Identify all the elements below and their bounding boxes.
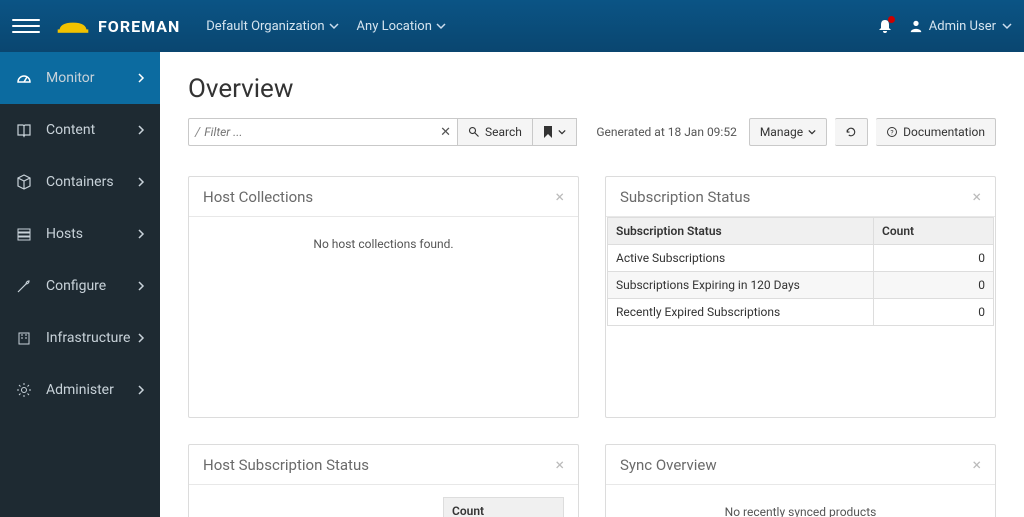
search-icon xyxy=(468,126,480,138)
main-content: Overview / ✕ Search Generated at 18 J xyxy=(160,52,1024,517)
sidebar-item-label: Content xyxy=(46,122,136,138)
widget-subscription-status: Subscription Status × Subscription Statu… xyxy=(605,176,996,418)
org-label: Default Organization xyxy=(206,19,324,34)
user-icon xyxy=(909,19,923,33)
table-row: Recently Expired Subscriptions 0 xyxy=(608,299,994,326)
chevron-right-icon xyxy=(136,125,146,135)
user-menu[interactable]: Admin User xyxy=(909,19,1012,34)
svg-text:?: ? xyxy=(890,128,893,136)
sidebar-item-label: Configure xyxy=(46,278,136,294)
row-value: 0 xyxy=(874,245,994,272)
manage-label: Manage xyxy=(760,125,803,139)
host-sub-table: Count Invalid 0 xyxy=(203,497,564,517)
widget-title: Host Collections xyxy=(203,188,313,206)
user-label: Admin User xyxy=(929,19,996,34)
refresh-button[interactable] xyxy=(835,118,868,146)
brand-name: FOREMAN xyxy=(98,17,180,36)
widget-host-subscription-status: Host Subscription Status × Count Invalid… xyxy=(188,444,579,517)
name-header: Subscription Status xyxy=(608,218,874,245)
sidebar-item-label: Monitor xyxy=(46,70,136,86)
sidebar-item-label: Hosts xyxy=(46,226,136,242)
documentation-label: Documentation xyxy=(903,125,985,139)
table-row: Subscriptions Expiring in 120 Days 0 xyxy=(608,272,994,299)
filter-input[interactable]: / ✕ xyxy=(188,118,458,146)
location-dropdown[interactable]: Any Location xyxy=(357,19,446,34)
sidebar: Monitor Content Containers Hosts Configu… xyxy=(0,52,160,517)
row-label: Recently Expired Subscriptions xyxy=(608,299,874,326)
chevron-right-icon xyxy=(136,177,146,187)
table-row: Active Subscriptions 0 xyxy=(608,245,994,272)
chevron-down-icon xyxy=(436,21,446,31)
location-label: Any Location xyxy=(357,19,432,34)
chevron-down-icon xyxy=(1002,21,1012,31)
widget-title: Host Subscription Status xyxy=(203,456,369,474)
close-icon[interactable]: × xyxy=(555,455,564,474)
row-value: 0 xyxy=(874,272,994,299)
page-title: Overview xyxy=(188,74,996,104)
chevron-right-icon xyxy=(136,229,146,239)
clear-icon[interactable]: ✕ xyxy=(440,125,451,140)
empty-message: No recently synced products xyxy=(620,497,981,517)
sidebar-item-label: Administer xyxy=(46,382,136,398)
count-header: Count xyxy=(444,498,564,517)
logo-icon xyxy=(56,15,90,37)
widget-sync-overview: Sync Overview × No recently synced produ… xyxy=(605,444,996,517)
hamburger-icon[interactable] xyxy=(12,12,40,40)
subscription-table: Subscription Status Count Active Subscri… xyxy=(607,217,994,326)
sidebar-item-label: Containers xyxy=(46,174,136,190)
chevron-right-icon xyxy=(136,281,146,291)
sidebar-item-containers[interactable]: Containers xyxy=(0,156,160,208)
chevron-right-icon xyxy=(136,385,146,395)
close-icon[interactable]: × xyxy=(555,187,564,206)
widget-title: Sync Overview xyxy=(620,456,717,474)
count-header: Count xyxy=(874,218,994,245)
search-label: Search xyxy=(485,125,522,139)
gear-icon xyxy=(14,382,34,398)
chevron-down-icon xyxy=(558,128,566,136)
bookmark-button[interactable] xyxy=(533,118,577,146)
widget-title: Subscription Status xyxy=(620,188,750,206)
sidebar-item-hosts[interactable]: Hosts xyxy=(0,208,160,260)
filter-hint: / xyxy=(195,125,200,140)
sidebar-item-content[interactable]: Content xyxy=(0,104,160,156)
chevron-down-icon xyxy=(808,128,816,136)
refresh-icon xyxy=(845,126,857,138)
sidebar-item-infrastructure[interactable]: Infrastructure xyxy=(0,312,160,364)
brand[interactable]: FOREMAN xyxy=(56,15,180,37)
row-label: Active Subscriptions xyxy=(608,245,874,272)
generated-timestamp: Generated at 18 Jan 09:52 xyxy=(596,125,736,139)
sidebar-item-administer[interactable]: Administer xyxy=(0,364,160,416)
dashboard-icon xyxy=(14,70,34,86)
filter-text[interactable] xyxy=(204,125,440,139)
search-button[interactable]: Search xyxy=(458,118,533,146)
toolbar: / ✕ Search Generated at 18 Jan 09:52 Man… xyxy=(188,118,996,146)
book-icon xyxy=(14,122,34,138)
server-icon xyxy=(14,226,34,242)
building-icon xyxy=(14,330,34,346)
empty-message: No host collections found. xyxy=(203,229,564,259)
chevron-right-icon xyxy=(136,333,146,343)
cube-icon xyxy=(14,174,34,190)
help-icon: ? xyxy=(886,126,898,138)
row-value: 0 xyxy=(874,299,994,326)
chevron-down-icon xyxy=(329,21,339,31)
documentation-button[interactable]: ? Documentation xyxy=(876,118,996,146)
sidebar-item-label: Infrastructure xyxy=(46,330,136,346)
notification-dot xyxy=(888,16,895,23)
sidebar-item-monitor[interactable]: Monitor xyxy=(0,52,160,104)
widget-host-collections: Host Collections × No host collections f… xyxy=(188,176,579,418)
chevron-right-icon xyxy=(136,73,146,83)
notifications-icon[interactable] xyxy=(877,18,893,34)
top-navbar: FOREMAN Default Organization Any Locatio… xyxy=(0,0,1024,52)
close-icon[interactable]: × xyxy=(972,187,981,206)
org-dropdown[interactable]: Default Organization xyxy=(206,19,338,34)
sidebar-item-configure[interactable]: Configure xyxy=(0,260,160,312)
close-icon[interactable]: × xyxy=(972,455,981,474)
wrench-icon xyxy=(14,278,34,294)
bookmark-icon xyxy=(543,126,553,138)
manage-dropdown[interactable]: Manage xyxy=(749,118,827,146)
row-label: Subscriptions Expiring in 120 Days xyxy=(608,272,874,299)
